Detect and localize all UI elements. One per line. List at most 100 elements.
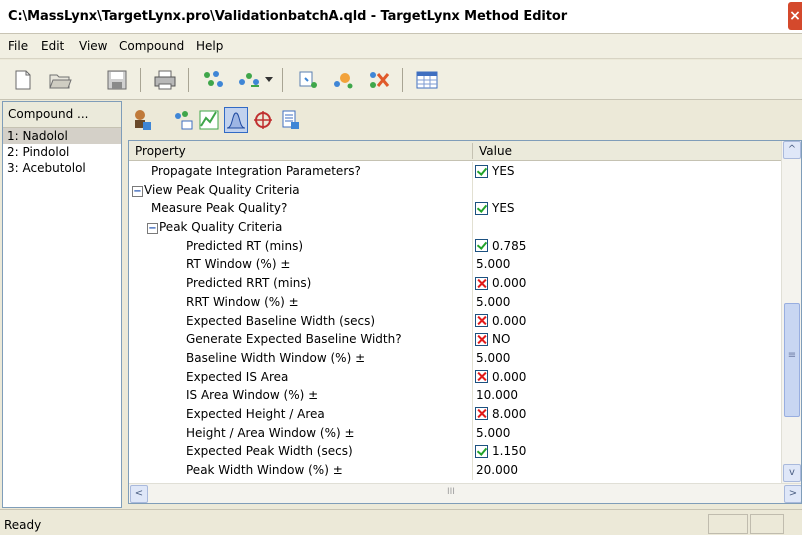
- property-label-text: Generate Expected Baseline Width?: [186, 332, 402, 347]
- compound-item[interactable]: 1: Nadolol: [3, 128, 121, 144]
- column-divider: [472, 311, 473, 331]
- property-value-text: 0.785: [492, 238, 527, 253]
- close-button[interactable]: ×: [788, 2, 802, 30]
- collapse-icon[interactable]: −: [132, 185, 143, 197]
- compound-item[interactable]: 2: Pindolol: [3, 144, 121, 160]
- property-group: − View Peak Quality Criteria: [132, 183, 300, 197]
- target-icon[interactable]: [251, 107, 275, 133]
- menu-view[interactable]: View: [79, 39, 107, 53]
- property-value[interactable]: NO: [475, 332, 510, 346]
- property-value[interactable]: 1.150: [475, 444, 526, 458]
- property-value[interactable]: YES: [475, 164, 515, 178]
- property-value[interactable]: 5.000: [475, 257, 510, 271]
- grid-header: Property Value: [129, 141, 781, 161]
- property-label-text: RT Window (%) ±: [186, 257, 291, 272]
- check-icon[interactable]: [475, 164, 488, 178]
- copy-compound-icon[interactable]: [296, 67, 322, 93]
- property-toolbar: [128, 102, 802, 140]
- menu-help[interactable]: Help: [196, 39, 223, 53]
- menu-edit[interactable]: Edit: [41, 39, 64, 53]
- property-row[interactable]: Predicted RT (mins) 0.785: [129, 236, 781, 256]
- collapse-icon[interactable]: −: [147, 223, 158, 235]
- property-column-header[interactable]: Property: [135, 144, 186, 158]
- new-file-icon[interactable]: [10, 67, 36, 93]
- column-divider: [472, 423, 473, 443]
- property-row[interactable]: RT Window (%) ± 5.000: [129, 255, 781, 275]
- compound-properties-icon[interactable]: [171, 107, 195, 133]
- property-row[interactable]: Propagate Integration Parameters? YES: [129, 162, 781, 181]
- save-icon[interactable]: [104, 67, 130, 93]
- add-compound-icon[interactable]: [200, 67, 226, 93]
- scrollbar-thumb[interactable]: ≡: [784, 303, 800, 417]
- cross-icon[interactable]: [475, 332, 488, 346]
- property-value-text: 5.000: [476, 425, 511, 440]
- compound-list-header[interactable]: Compound ...: [3, 102, 121, 128]
- property-row[interactable]: Expected IS Area 0.000: [129, 367, 781, 387]
- cross-icon[interactable]: [475, 276, 488, 290]
- peak-quality-icon[interactable]: [224, 107, 248, 133]
- toolbar-separator: [282, 68, 283, 92]
- property-label-text: Propagate Integration Parameters?: [151, 164, 361, 178]
- property-value-text: 5.000: [476, 294, 511, 309]
- check-icon[interactable]: [475, 239, 488, 253]
- horizontal-scrollbar[interactable]: < III >: [129, 483, 801, 503]
- property-value[interactable]: 8.000: [475, 407, 526, 421]
- property-row[interactable]: − View Peak Quality Criteria: [129, 180, 781, 200]
- value-column-header[interactable]: Value: [479, 144, 512, 158]
- property-label: Measure Peak Quality?: [151, 201, 287, 215]
- property-value-text: 5.000: [476, 257, 511, 272]
- property-label-text: Expected Peak Width (secs): [186, 444, 353, 459]
- cross-icon[interactable]: [475, 314, 488, 327]
- column-divider: [472, 162, 473, 181]
- property-value[interactable]: 10.000: [475, 388, 518, 402]
- property-value[interactable]: 0.000: [475, 276, 526, 290]
- property-value[interactable]: 0.785: [475, 239, 526, 253]
- property-row[interactable]: RRT Window (%) ± 5.000: [129, 292, 781, 312]
- scroll-up-icon[interactable]: ^: [783, 141, 801, 159]
- compound-item[interactable]: 3: Acebutolol: [3, 160, 121, 176]
- property-row[interactable]: Expected Height / Area 8.000: [129, 404, 781, 424]
- column-divider: [472, 386, 473, 405]
- delete-compound-icon[interactable]: [366, 67, 392, 93]
- property-row[interactable]: Peak Width Window (%) ± 20.000: [129, 461, 781, 480]
- scroll-right-icon[interactable]: >: [784, 485, 801, 503]
- check-icon[interactable]: [475, 444, 488, 458]
- window-title: C:\MassLynx\TargetLynx.pro\Validationbat…: [8, 9, 568, 24]
- open-folder-icon[interactable]: [48, 67, 74, 93]
- report-icon[interactable]: [278, 107, 302, 133]
- property-value-text: 20.000: [476, 463, 518, 477]
- property-row[interactable]: Expected Baseline Width (secs) 0.000: [129, 311, 781, 331]
- print-icon[interactable]: [152, 67, 178, 93]
- table-icon[interactable]: [414, 67, 440, 93]
- property-row[interactable]: Measure Peak Quality? YES: [129, 199, 781, 219]
- property-row[interactable]: Expected Peak Width (secs) 1.150: [129, 442, 781, 461]
- insert-compound-icon[interactable]: [236, 67, 262, 93]
- wizard-icon[interactable]: [330, 67, 356, 93]
- vertical-scrollbar[interactable]: ^ ≡ v: [781, 141, 801, 483]
- dropdown-arrow-icon[interactable]: [262, 67, 276, 93]
- property-row[interactable]: IS Area Window (%) ± 10.000: [129, 386, 781, 405]
- check-icon[interactable]: [475, 201, 488, 215]
- property-value[interactable]: YES: [475, 201, 515, 215]
- property-row[interactable]: Predicted RRT (mins) 0.000: [129, 274, 781, 293]
- scroll-left-icon[interactable]: <: [130, 485, 148, 503]
- menu-file[interactable]: File: [8, 39, 28, 53]
- property-value[interactable]: 5.000: [475, 295, 510, 309]
- property-value[interactable]: 5.000: [475, 351, 510, 365]
- property-value[interactable]: 5.000: [475, 426, 510, 440]
- column-divider[interactable]: [472, 143, 473, 159]
- property-value[interactable]: 0.000: [475, 370, 526, 384]
- integration-icon[interactable]: [197, 107, 221, 133]
- cross-icon[interactable]: [475, 407, 488, 421]
- user-settings-icon[interactable]: [130, 107, 154, 133]
- property-row[interactable]: Generate Expected Baseline Width? NO: [129, 330, 781, 349]
- property-row[interactable]: − Peak Quality Criteria: [129, 218, 781, 237]
- menu-compound[interactable]: Compound: [119, 39, 184, 53]
- property-row[interactable]: Baseline Width Window (%) ± 5.000: [129, 348, 781, 368]
- property-row[interactable]: Height / Area Window (%) ± 5.000: [129, 423, 781, 443]
- main-toolbar: [0, 60, 802, 100]
- cross-icon[interactable]: [475, 370, 488, 384]
- property-value[interactable]: 20.000: [475, 463, 518, 477]
- scroll-down-icon[interactable]: v: [783, 464, 801, 482]
- property-value[interactable]: 0.000: [475, 314, 526, 328]
